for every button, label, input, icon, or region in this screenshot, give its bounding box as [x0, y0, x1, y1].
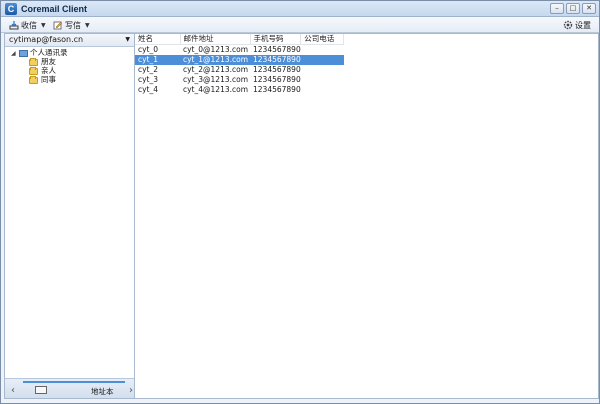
folder-icon — [29, 75, 38, 84]
tree-item-label: 朋友 — [41, 57, 56, 66]
table-row[interactable]: cyt_2 cyt_2@1213.com 1234567890 — [135, 65, 344, 75]
receive-mail-label: 收信 — [21, 20, 37, 30]
sidebar: cytimap@fason.cn ▼ ◢ 个人通讯录 朋友 亲人 同事 ‹ 地址本… — [4, 33, 135, 399]
tree-item-label: 亲人 — [41, 66, 56, 75]
cell-email: cyt_3@1213.com — [183, 75, 249, 84]
pencil-compose-icon — [53, 21, 63, 30]
chevron-right-icon[interactable]: › — [129, 385, 133, 396]
column-header-email[interactable]: 邮件地址 — [180, 34, 251, 45]
table-row[interactable]: cyt_3 cyt_3@1213.com 1234567890 — [135, 75, 344, 85]
nav-section-label[interactable]: 地址本 — [91, 386, 114, 397]
folder-icon — [29, 57, 38, 66]
table-row[interactable]: cyt_4 cyt_4@1213.com 1234567890 — [135, 85, 344, 95]
cell-mobile: 1234567890 — [253, 85, 301, 94]
table-row[interactable]: cyt_1 cyt_1@1213.com 1234567890 — [135, 55, 344, 65]
cell-name: cyt_3 — [138, 75, 159, 84]
cell-mobile: 1234567890 — [250, 55, 301, 65]
toolbar: 收信 ▼ 写信 ▼ 设置 — [1, 17, 599, 33]
cell-name: cyt_2 — [138, 65, 159, 74]
tree-item-label: 同事 — [41, 75, 56, 84]
cell-email: cyt_2@1213.com — [183, 65, 249, 74]
cell-mobile: 1234567890 — [253, 65, 301, 74]
title-bar: C Coremail Client – □ ✕ — [1, 1, 599, 17]
receive-dropdown-icon[interactable]: ▼ — [41, 22, 46, 29]
tree-item-family[interactable]: 亲人 — [5, 66, 134, 75]
contact-list-panel: 姓名 邮件地址 手机号码 公司电话 cyt_0 cyt_0@1213.com 1… — [135, 33, 599, 399]
column-header-company-phone[interactable]: 公司电话 — [300, 34, 345, 45]
compose-mail-label: 写信 — [65, 20, 81, 30]
tree-item-label: 个人通讯录 — [30, 48, 68, 57]
account-selector[interactable]: cytimap@fason.cn ▼ — [5, 34, 134, 47]
contact-tree: ◢ 个人通讯录 朋友 亲人 同事 — [5, 48, 134, 84]
column-header-name[interactable]: 姓名 — [135, 34, 181, 45]
account-email: cytimap@fason.cn — [9, 35, 84, 44]
cell-company-phone — [301, 45, 344, 56]
compose-dropdown-icon[interactable]: ▼ — [85, 22, 90, 29]
inbox-download-icon — [9, 21, 19, 30]
cell-company-phone — [301, 75, 344, 85]
window-controls: – □ ✕ — [550, 3, 596, 14]
window-title: Coremail Client — [21, 4, 88, 14]
gear-icon — [563, 20, 573, 30]
address-book-icon — [19, 49, 28, 57]
maximize-button[interactable]: □ — [566, 3, 580, 14]
chevron-left-icon[interactable]: ‹ — [11, 385, 15, 396]
cell-mobile: 1234567890 — [253, 45, 301, 54]
sidebar-nav-bar: ‹ 地址本 › — [5, 378, 134, 398]
table-row[interactable]: cyt_0 cyt_0@1213.com 1234567890 — [135, 45, 344, 56]
settings-button[interactable]: 设置 — [563, 19, 591, 31]
cell-email: cyt_4@1213.com — [183, 85, 249, 94]
receive-mail-button[interactable]: 收信 ▼ — [9, 19, 46, 31]
folder-icon — [29, 66, 38, 75]
cell-name: cyt_0 — [138, 45, 159, 54]
table-header-row: 姓名 邮件地址 手机号码 公司电话 — [135, 34, 345, 45]
tree-item-friends[interactable]: 朋友 — [5, 57, 134, 66]
tree-item-personal-contacts[interactable]: ◢ 个人通讯录 — [5, 48, 134, 57]
tree-item-colleagues[interactable]: 同事 — [5, 75, 134, 84]
chevron-down-icon[interactable]: ▼ — [125, 34, 130, 46]
cell-company-phone — [301, 65, 344, 75]
cell-company-phone — [300, 55, 344, 65]
contact-table: 姓名 邮件地址 手机号码 公司电话 cyt_0 cyt_0@1213.com 1… — [135, 34, 345, 95]
cell-name: cyt_1 — [135, 55, 180, 65]
nav-indicator — [23, 381, 125, 383]
close-button[interactable]: ✕ — [582, 3, 596, 14]
column-header-mobile[interactable]: 手机号码 — [250, 34, 302, 45]
app-window: C Coremail Client – □ ✕ 收信 ▼ 写信 ▼ 设置 cyt… — [0, 0, 600, 404]
settings-label: 设置 — [575, 20, 591, 30]
coremail-logo-icon: C — [5, 3, 17, 15]
cell-name: cyt_4 — [138, 85, 159, 94]
cell-email: cyt_0@1213.com — [183, 45, 249, 54]
cell-company-phone — [301, 85, 344, 95]
minimize-button[interactable]: – — [550, 3, 564, 14]
address-card-icon[interactable] — [35, 386, 47, 394]
cell-mobile: 1234567890 — [253, 75, 301, 84]
compose-mail-button[interactable]: 写信 ▼ — [53, 19, 90, 31]
cell-email: cyt_1@1213.com — [180, 55, 250, 65]
